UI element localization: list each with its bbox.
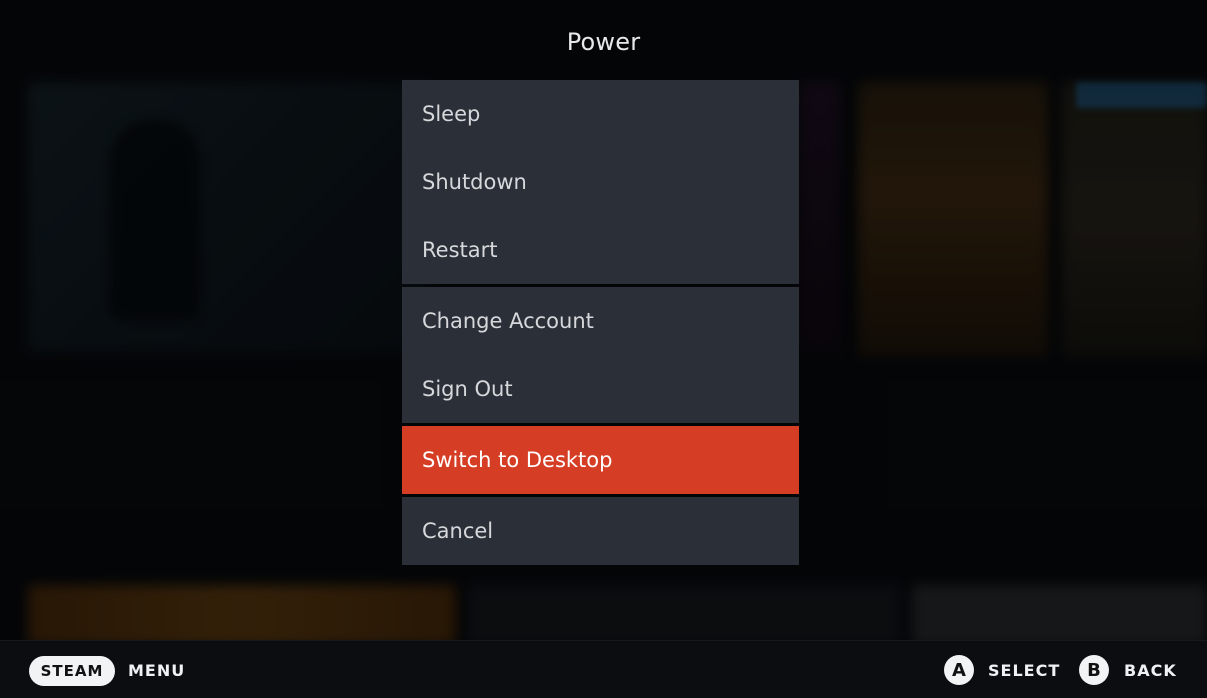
dialog-title: Power bbox=[566, 28, 641, 56]
b-button-icon[interactable]: B bbox=[1079, 655, 1109, 685]
menu-group-power: Sleep Shutdown Restart bbox=[402, 80, 799, 284]
steam-button[interactable]: STEAM bbox=[29, 656, 115, 686]
menu-group-account: Change Account Sign Out bbox=[402, 287, 799, 423]
menu-item-sign-out[interactable]: Sign Out bbox=[402, 355, 799, 423]
footer-hint-bar: STEAM MENU A SELECT B BACK bbox=[0, 640, 1207, 698]
back-action-label: BACK bbox=[1124, 661, 1177, 680]
menu-item-cancel[interactable]: Cancel bbox=[402, 497, 799, 565]
menu-group-desktop: Switch to Desktop bbox=[402, 426, 799, 494]
a-button-icon[interactable]: A bbox=[944, 655, 974, 685]
menu-item-sleep[interactable]: Sleep bbox=[402, 80, 799, 148]
menu-item-shutdown[interactable]: Shutdown bbox=[402, 148, 799, 216]
menu-item-switch-to-desktop[interactable]: Switch to Desktop bbox=[402, 426, 799, 494]
steam-action-label: MENU bbox=[128, 661, 186, 680]
select-action-label: SELECT bbox=[988, 661, 1061, 680]
menu-group-cancel: Cancel bbox=[402, 497, 799, 565]
menu-item-restart[interactable]: Restart bbox=[402, 216, 799, 284]
menu-item-change-account[interactable]: Change Account bbox=[402, 287, 799, 355]
power-menu: Sleep Shutdown Restart Change Account Si… bbox=[402, 80, 799, 565]
